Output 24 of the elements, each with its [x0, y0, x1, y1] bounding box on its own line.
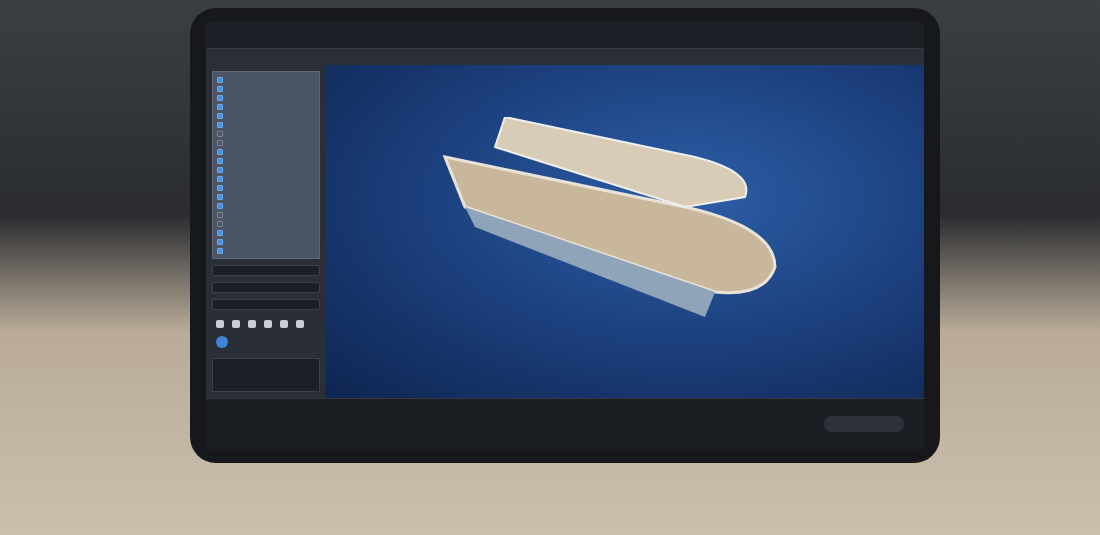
checkbox[interactable]	[217, 247, 223, 254]
dropdown-field[interactable]	[212, 282, 320, 293]
checkbox[interactable]	[217, 166, 223, 173]
checkbox[interactable]	[217, 85, 223, 92]
checkbox[interactable]	[217, 157, 223, 164]
checkbox[interactable]	[217, 76, 223, 83]
checkbox[interactable]	[217, 121, 223, 128]
dropdown-field[interactable]	[212, 265, 320, 276]
checkbox[interactable]	[217, 175, 223, 182]
checkbox[interactable]	[217, 184, 223, 191]
toggle[interactable]	[216, 336, 228, 348]
dropdown-field[interactable]	[212, 299, 320, 310]
checkbox[interactable]	[217, 139, 223, 146]
checkbox[interactable]	[217, 130, 223, 137]
checkbox[interactable]	[217, 112, 223, 119]
checkbox[interactable]	[217, 211, 223, 218]
checkbox[interactable]	[217, 229, 223, 236]
checkbox[interactable]	[217, 103, 223, 110]
checkbox[interactable]	[217, 94, 223, 101]
checkbox[interactable]	[217, 220, 223, 227]
checkbox[interactable]	[217, 202, 223, 209]
checkbox[interactable]	[217, 238, 223, 245]
checkbox[interactable]	[217, 193, 223, 200]
checkbox[interactable]	[217, 148, 223, 155]
